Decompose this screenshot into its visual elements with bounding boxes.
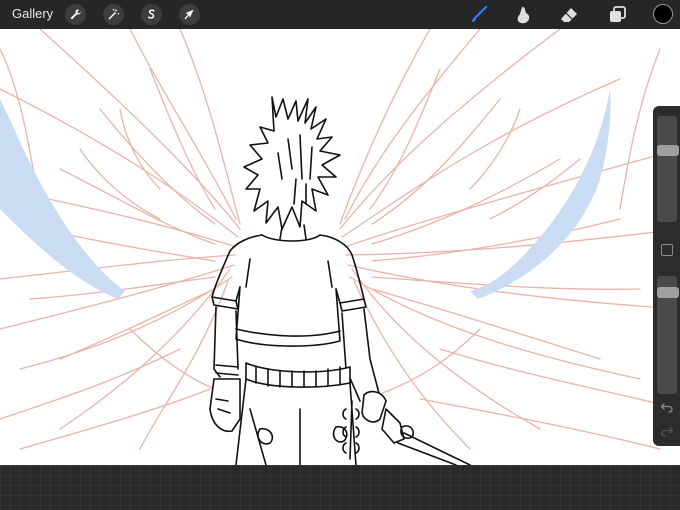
transform-button[interactable] bbox=[179, 4, 200, 25]
artwork bbox=[0, 29, 680, 465]
layers-button[interactable] bbox=[606, 4, 628, 26]
selection-s-icon bbox=[147, 9, 155, 19]
brush-sidebar bbox=[653, 106, 680, 446]
left-wing-blue-fill bbox=[0, 99, 125, 299]
brush-icon bbox=[472, 5, 488, 22]
color-picker-button[interactable] bbox=[653, 4, 673, 24]
opacity-thumb[interactable] bbox=[657, 287, 679, 298]
smudge-icon bbox=[517, 7, 530, 24]
undo-icon[interactable] bbox=[660, 400, 674, 414]
brush-button[interactable] bbox=[468, 4, 490, 26]
modify-button[interactable] bbox=[661, 244, 673, 256]
brush-size-slider[interactable] bbox=[657, 116, 679, 222]
drawing-canvas[interactable] bbox=[0, 29, 680, 465]
top-toolbar: Gallery bbox=[0, 0, 680, 29]
brush-size-thumb[interactable] bbox=[657, 145, 679, 156]
smudge-button[interactable] bbox=[513, 4, 535, 26]
sketch-wings-layer bbox=[0, 29, 680, 450]
redo-icon[interactable] bbox=[660, 424, 674, 438]
workspace-background bbox=[0, 465, 680, 510]
eraser-button[interactable] bbox=[558, 4, 580, 26]
opacity-slider[interactable] bbox=[657, 276, 679, 394]
selection-button[interactable] bbox=[141, 4, 162, 25]
actions-button[interactable] bbox=[65, 4, 86, 25]
gallery-button[interactable]: Gallery bbox=[12, 6, 53, 21]
arrow-cursor-icon bbox=[184, 9, 194, 20]
right-wing-blue-fill bbox=[470, 89, 611, 299]
wrench-icon bbox=[70, 9, 81, 20]
layers-icon bbox=[610, 6, 626, 22]
adjustments-button[interactable] bbox=[103, 4, 124, 25]
magic-wand-icon bbox=[108, 8, 120, 20]
eraser-icon bbox=[561, 8, 577, 22]
